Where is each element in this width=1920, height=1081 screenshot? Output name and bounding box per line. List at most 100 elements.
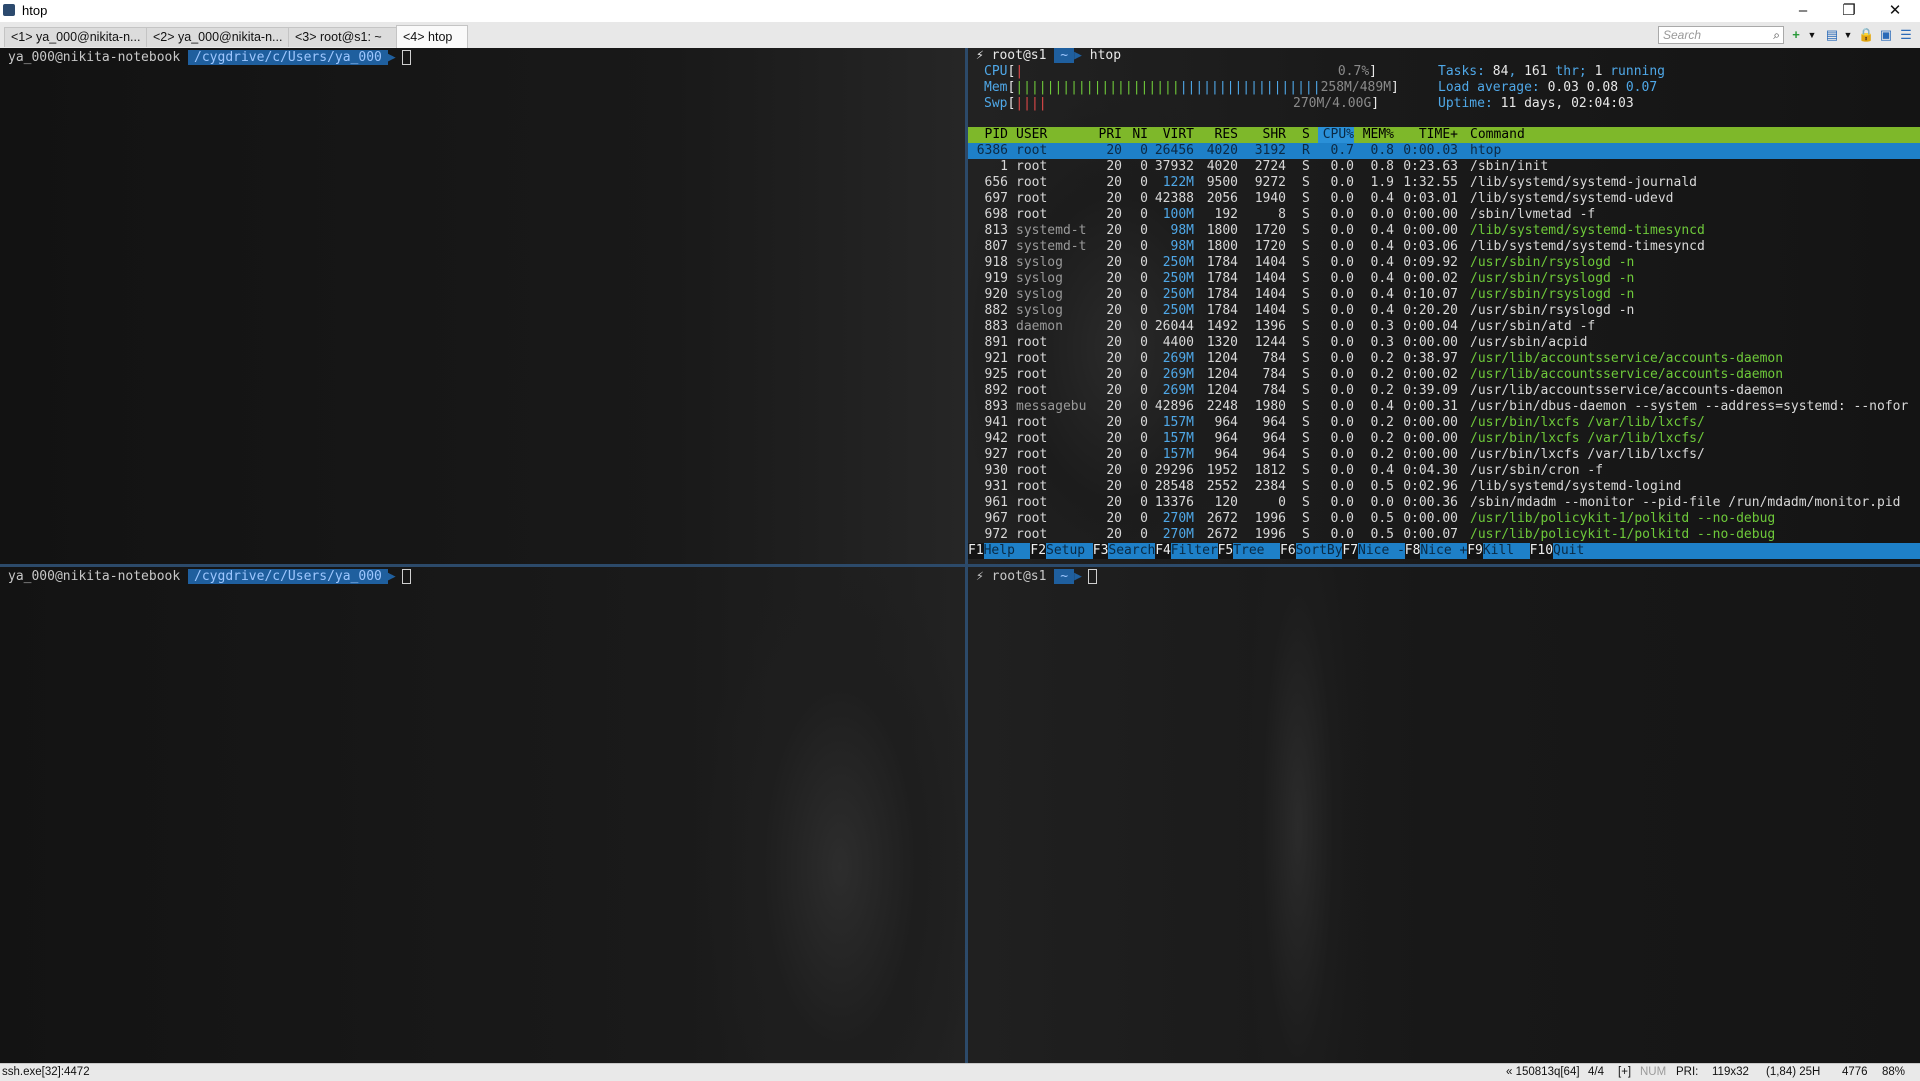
process-row[interactable]: 882 syslog 20 0 250M 1784 1404 S 0.0 0.4 0:20.20/u… [968, 303, 1920, 319]
process-row[interactable]: 697 root 20 0 42388 2056 1940 S 0.0 0.4 0:03.01/li… [968, 191, 1920, 207]
fkey-label[interactable]: Quit [1553, 543, 1584, 559]
process-row[interactable]: 931 root 20 0 28548 2552 2384 S 0.0 0.5 0:02.96/li… [968, 479, 1920, 495]
fkey-f1[interactable]: F1 [968, 543, 984, 559]
layout-icon[interactable]: ▤ [1824, 27, 1840, 43]
col-shr[interactable]: SHR [1246, 127, 1286, 143]
fkey-label[interactable]: Setup [1046, 543, 1085, 559]
terminal-pane-2[interactable]: ya_000@nikita-notebook /cygdrive/c/Users… [0, 567, 965, 1063]
maximize-button[interactable]: ❐ [1826, 0, 1872, 22]
fkey-label[interactable]: Nice + [1420, 543, 1467, 559]
close-button[interactable]: ✕ [1872, 0, 1918, 22]
fkey-f10[interactable]: F10 [1529, 543, 1554, 559]
col-pri[interactable]: PRI [1094, 127, 1122, 143]
col-res[interactable]: RES [1198, 127, 1238, 143]
fkey-label[interactable]: Tree [1233, 543, 1264, 559]
window-icon[interactable]: ▣ [1878, 27, 1894, 43]
process-row[interactable]: 918 syslog 20 0 250M 1784 1404 S 0.0 0.4 0:09.92/u… [968, 255, 1920, 271]
fkey-label[interactable]: Search [1108, 543, 1155, 559]
process-row[interactable]: 927 root 20 0 157M 964 964 S 0.0 0.2 0:00.00/usr/b… [968, 447, 1920, 463]
process-s: S [1302, 447, 1310, 462]
process-row[interactable]: 941 root 20 0 157M 964 964 S 0.0 0.2 0:00.00/usr/b… [968, 415, 1920, 431]
process-row[interactable]: 942 root 20 0 157M 964 964 S 0.0 0.2 0:00.00/usr/b… [968, 431, 1920, 447]
process-row[interactable]: 656 root 20 0 122M 9500 9272 S 0.0 1.9 1:32.55/lib… [968, 175, 1920, 191]
tab-4[interactable]: <4> htop [396, 25, 468, 48]
process-cmd: /usr/lib/policykit-1/polkitd --no-debug [1470, 511, 1776, 526]
process-row[interactable]: 883 daemon 20 0 26044 1492 1396 S 0.0 0.3 0:00.04 /… [968, 319, 1920, 335]
minimize-button[interactable]: – [1780, 0, 1826, 22]
col-mem[interactable]: MEM% [1358, 127, 1394, 143]
process-cmd: /usr/lib/accountsservice/accounts-daemon [1470, 383, 1784, 398]
process-cmd: /usr/bin/lxcfs /var/lib/lxcfs/ [1470, 431, 1705, 446]
fkey-f5[interactable]: F5 [1217, 543, 1234, 559]
terminal-pane-1[interactable]: ya_000@nikita-notebook /cygdrive/c/Users… [0, 48, 965, 564]
col-command[interactable]: Command [1470, 127, 1525, 143]
fkey-f7[interactable]: F7 [1342, 543, 1359, 559]
search-icon[interactable]: ⌕ [1773, 27, 1780, 43]
process-row[interactable]: 813 systemd-t 20 0 98M 1800 1720 S 0.0 0.4 0:00.00… [968, 223, 1920, 239]
process-res: 2552 [1206, 479, 1238, 494]
tab-3[interactable]: <3> root@s1: ~ [288, 27, 402, 47]
process-mem: 0.2 [1370, 367, 1394, 382]
col-time[interactable]: TIME+ [1400, 127, 1458, 143]
terminal-pane-3[interactable]: ⚡ root@s1 ~ ▶ htop CPU[| 0.7%] Mem[||||||… [968, 48, 1920, 564]
terminal-pane-4[interactable]: ⚡ root@s1 ~ ▶ [968, 567, 1920, 1063]
process-pid: 893 [984, 399, 1008, 414]
tab-2[interactable]: <2> ya_000@nikita-n... [146, 27, 290, 47]
process-row[interactable]: 925 root 20 0 269M 1204 784 S 0.0 0.2 0:00.02/usr/… [968, 367, 1920, 383]
dropdown-icon[interactable]: ▼ [1840, 27, 1856, 43]
process-row[interactable]: 920 syslog 20 0 250M 1784 1404 S 0.0 0.4 0:10.07/u… [968, 287, 1920, 303]
dropdown-icon[interactable]: ▼ [1804, 27, 1820, 43]
process-row[interactable]: 892 root 20 0 269M 1204 784 S 0.0 0.2 0:39.09/usr/… [968, 383, 1920, 399]
col-virt[interactable]: VIRT [1154, 127, 1194, 143]
process-row[interactable]: 972 root 20 0 270M 2672 1996 S 0.0 0.5 0:00.07/usr… [968, 527, 1920, 543]
fkey-label[interactable]: Filter [1171, 543, 1218, 559]
process-pid: 942 [984, 431, 1008, 446]
process-row[interactable]: 698 root 20 0 100M 192 8 S 0.0 0.0 0:00.00/sbin/lv… [968, 207, 1920, 223]
col-user[interactable]: USER [1016, 127, 1047, 143]
process-cpu: 0.0 [1330, 527, 1354, 542]
process-s: S [1302, 383, 1310, 398]
process-row[interactable]: 1 root 20 0 37932 4020 2724 S 0.0 0.8 0:23.63/sbin… [968, 159, 1920, 175]
fkey-f9[interactable]: F9 [1467, 543, 1483, 559]
fkey-f2[interactable]: F2 [1030, 543, 1047, 559]
menu-icon[interactable]: ☰ [1898, 27, 1914, 43]
search-input[interactable]: Search ⌕ [1658, 26, 1784, 44]
lock-icon[interactable]: 🔒 [1858, 27, 1874, 43]
process-s: S [1302, 335, 1310, 350]
col-state[interactable]: S [1302, 127, 1310, 143]
status-zoom: 88% [1882, 1066, 1906, 1078]
process-user: root [1016, 367, 1048, 382]
fkey-label[interactable]: SortBy [1296, 543, 1343, 559]
process-res: 2672 [1206, 527, 1238, 542]
fkey-label[interactable]: Help [984, 543, 1015, 559]
process-row[interactable]: 807 systemd-t 20 0 98M 1800 1720 S 0.0 0.4 0:03.06… [968, 239, 1920, 255]
col-ni[interactable]: NI [1126, 127, 1148, 143]
col-cpu[interactable]: CPU% [1318, 127, 1354, 143]
process-virt: 98M [1170, 223, 1194, 238]
process-row[interactable]: 893 messagebu 20 0 42896 2248 1980 S 0.0 0.4 0:00.… [968, 399, 1920, 415]
col-pid[interactable]: PID [976, 127, 1008, 143]
process-row[interactable]: 919 syslog 20 0 250M 1784 1404 S 0.0 0.4 0:00.02/u… [968, 271, 1920, 287]
process-pri: 20 [1106, 367, 1122, 382]
fkey-f3[interactable]: F3 [1092, 543, 1109, 559]
process-shr: 784 [1262, 383, 1286, 398]
fkey-label[interactable]: Nice - [1358, 543, 1405, 559]
process-row[interactable]: 930 root 20 0 29296 1952 1812 S 0.0 0.4 0:04.30/us… [968, 463, 1920, 479]
process-row[interactable]: 921 root 20 0 269M 1204 784 S 0.0 0.2 0:38.97/usr/… [968, 351, 1920, 367]
fkey-f8[interactable]: F8 [1404, 543, 1421, 559]
fkey-f4[interactable]: F4 [1155, 543, 1171, 559]
process-s: S [1302, 287, 1310, 302]
fkey-label[interactable]: Kill [1483, 543, 1514, 559]
fkey-f6[interactable]: F6 [1280, 543, 1296, 559]
process-cpu: 0.0 [1330, 351, 1354, 366]
process-row[interactable]: 967 root 20 0 270M 2672 1996 S 0.0 0.5 0:00.00/usr… [968, 511, 1920, 527]
pane-splitter-horizontal[interactable] [0, 564, 1920, 567]
pane-splitter-vertical[interactable] [965, 48, 968, 1063]
new-console-icon[interactable]: + [1788, 27, 1804, 43]
tab-1[interactable]: <1> ya_000@nikita-n... [4, 27, 148, 47]
process-row[interactable]: 6386 root 20 0 26456 4020 3192 R 0.7 0.8 0:00.03 ht… [968, 143, 1920, 159]
process-row[interactable]: 961 root 20 0 13376 120 0 S 0.0 0.0 0:00.36/sbin/m… [968, 495, 1920, 511]
process-pri: 20 [1106, 351, 1122, 366]
process-row[interactable]: 891 root 20 0 4400 1320 1244 S 0.0 0.3 0:00.00/usr… [968, 335, 1920, 351]
tasks-line: Tasks: 84, 161 thr; 1 running [1438, 64, 1666, 79]
